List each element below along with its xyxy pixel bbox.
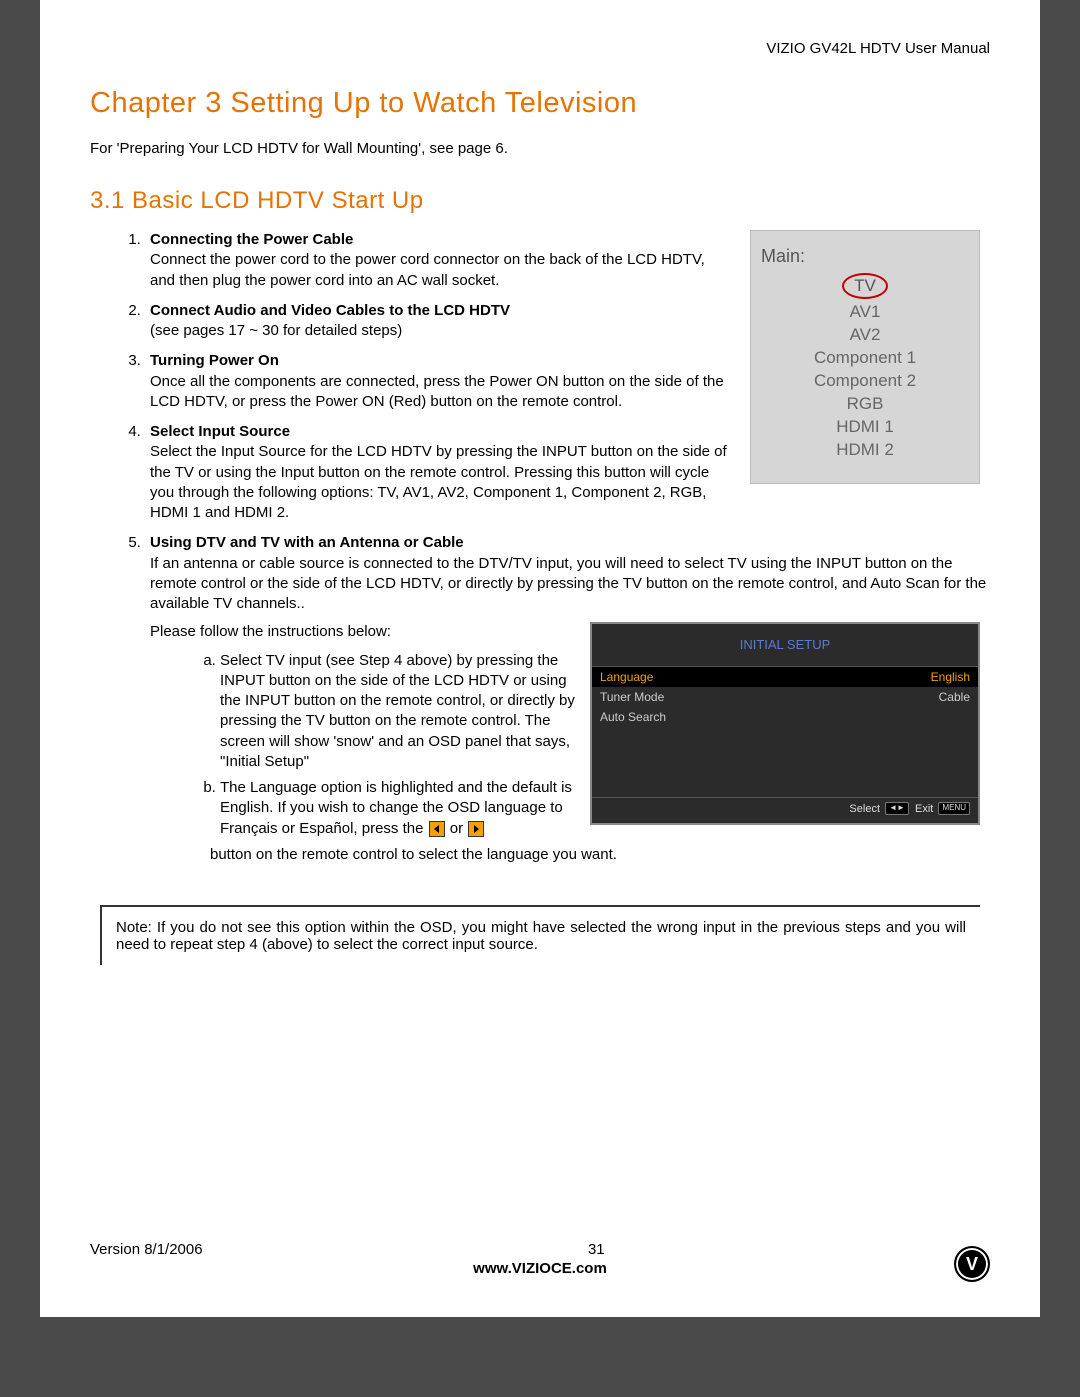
input-source-menu: Main: TV AV1 AV2 Component 1 Component 2… bbox=[750, 230, 980, 484]
footer-site: www.VIZIOCE.com bbox=[90, 1260, 990, 1277]
step-5-body: If an antenna or cable source is connect… bbox=[150, 555, 986, 613]
osd-footer-exit: Exit bbox=[915, 803, 933, 815]
step-1-body: Connect the power cord to the power cord… bbox=[150, 251, 705, 288]
input-menu-label: Main: bbox=[761, 246, 969, 267]
section-title: 3.1 Basic LCD HDTV Start Up bbox=[90, 187, 990, 215]
osd-footer: Select ◄► Exit MENU bbox=[592, 798, 978, 823]
substep-b-text: The Language option is highlighted and t… bbox=[220, 779, 572, 837]
step-3-title: Turning Power On bbox=[150, 352, 279, 369]
step-5-title: Using DTV and TV with an Antenna or Cabl… bbox=[150, 534, 464, 551]
osd-row-value: Cable bbox=[939, 689, 970, 705]
note-box: Note: If you do not see this option with… bbox=[100, 905, 980, 965]
osd-row-label: Tuner Mode bbox=[600, 689, 664, 705]
step-4-body: Select the Input Source for the LCD HDTV… bbox=[150, 443, 727, 521]
input-item: AV2 bbox=[761, 325, 969, 345]
step-2-body: (see pages 17 ~ 30 for detailed steps) bbox=[150, 322, 402, 339]
osd-row-value: English bbox=[931, 669, 970, 685]
osd-title: INITIAL SETUP bbox=[592, 624, 978, 667]
input-item: HDMI 2 bbox=[761, 440, 969, 460]
arrow-left-icon bbox=[429, 821, 445, 837]
input-item: AV1 bbox=[761, 302, 969, 322]
step-2-title: Connect Audio and Video Cables to the LC… bbox=[150, 302, 510, 319]
osd-initial-setup: INITIAL SETUP Language English Tuner Mod… bbox=[590, 622, 980, 824]
input-item: Component 2 bbox=[761, 371, 969, 391]
follow-intro: Please follow the instructions below: bbox=[150, 623, 391, 640]
osd-row-label: Language bbox=[600, 669, 653, 685]
intro-text: For 'Preparing Your LCD HDTV for Wall Mo… bbox=[90, 140, 990, 157]
footer-version: Version 8/1/2006 bbox=[90, 1241, 203, 1258]
substep-b-after: button on the remote control to select t… bbox=[210, 845, 990, 865]
osd-menu-icon: MENU bbox=[938, 802, 970, 815]
step-1-title: Connecting the Power Cable bbox=[150, 231, 353, 248]
step-4-title: Select Input Source bbox=[150, 423, 290, 440]
step-5: Using DTV and TV with an Antenna or Cabl… bbox=[145, 533, 990, 865]
input-item: Component 1 bbox=[761, 348, 969, 368]
osd-row-language: Language English bbox=[592, 667, 978, 687]
chapter-title: Chapter 3 Setting Up to Watch Television bbox=[90, 87, 990, 120]
vizio-logo-icon: V bbox=[954, 1246, 990, 1282]
osd-row-tuner: Tuner Mode Cable bbox=[592, 687, 978, 707]
arrow-right-icon bbox=[468, 821, 484, 837]
header-product: VIZIO GV42L HDTV User Manual bbox=[90, 40, 990, 57]
input-selected-tv: TV bbox=[842, 273, 888, 299]
osd-row-label: Auto Search bbox=[600, 709, 666, 725]
footer-page: 31 bbox=[90, 1241, 990, 1258]
input-item: HDMI 1 bbox=[761, 417, 969, 437]
osd-row-autosearch: Auto Search bbox=[592, 707, 978, 727]
substep-b-or: or bbox=[450, 820, 463, 837]
osd-select-icon: ◄► bbox=[885, 802, 909, 815]
step-3-body: Once all the components are connected, p… bbox=[150, 373, 724, 410]
osd-footer-select: Select bbox=[849, 803, 880, 815]
input-item: RGB bbox=[761, 394, 969, 414]
